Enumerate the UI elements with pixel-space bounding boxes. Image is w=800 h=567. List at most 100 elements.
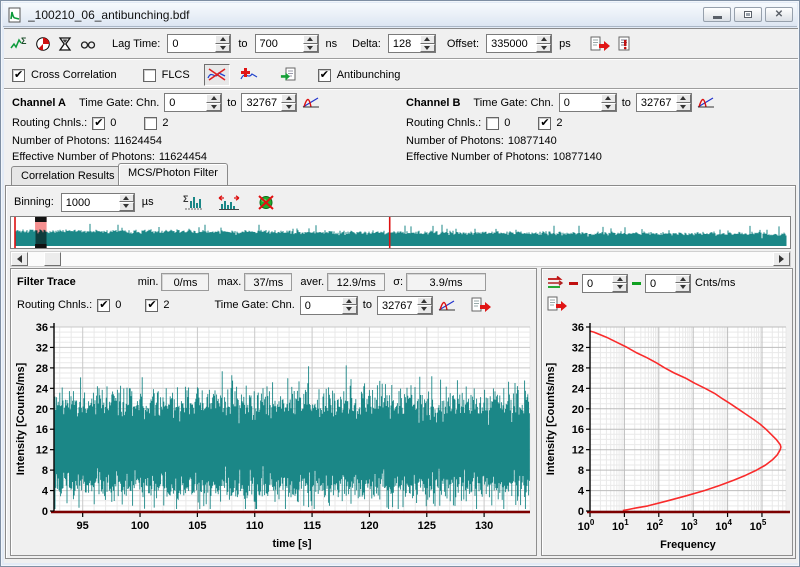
tab-mcs-photon-filter[interactable]: MCS/Photon Filter: [118, 163, 228, 185]
channel-a-time-gate-from-input[interactable]: 0: [164, 93, 222, 112]
channel-a-time-gate-to-value[interactable]: 32767: [242, 94, 281, 111]
filter-trace-header: Filter Trace min. 0/ms max. 37/ms aver. …: [17, 272, 532, 292]
channel-b-time-gate-to-spinner[interactable]: [676, 94, 691, 111]
range-histogram-icon[interactable]: [218, 194, 240, 211]
channel-a-routing-2-checkbox[interactable]: [144, 117, 157, 130]
export-report-icon[interactable]: [617, 36, 633, 52]
filter-time-gate-to-spinner[interactable]: [417, 297, 432, 314]
sum-histogram-icon[interactable]: Σ: [183, 194, 203, 211]
channel-b-time-gate-from-input[interactable]: 0: [559, 93, 617, 112]
filter-routing-2-checkbox[interactable]: [145, 299, 158, 312]
channel-b-time-gate-graph-icon[interactable]: [697, 95, 715, 110]
delta-input[interactable]: 128: [388, 34, 436, 53]
antibunching-checkbox[interactable]: [318, 69, 331, 82]
svg-text:105: 105: [750, 518, 767, 533]
filter-routing-0-label: 0: [115, 299, 121, 311]
filter-time-gate-from-input[interactable]: 0: [300, 296, 358, 315]
filter-time-gate-to-input[interactable]: 32767: [377, 296, 433, 315]
cross-correlation-checkbox[interactable]: [12, 69, 25, 82]
export-data-icon[interactable]: [590, 36, 610, 52]
filter-routing-0-checkbox[interactable]: [97, 299, 110, 312]
flcs-checkbox[interactable]: [143, 69, 156, 82]
offset-input[interactable]: 335000: [486, 34, 552, 53]
lag-time-from-value[interactable]: 0: [168, 35, 215, 52]
pie-clock-icon[interactable]: [35, 36, 51, 52]
delta-value[interactable]: 128: [389, 35, 420, 52]
channel-b-time-gate-to-input[interactable]: 32767: [636, 93, 692, 112]
aver-label: aver.: [300, 276, 324, 288]
svg-text:4: 4: [42, 486, 49, 498]
filter-time-gate-from-spinner[interactable]: [342, 297, 357, 314]
filter-time-gate-from-value[interactable]: 0: [301, 297, 342, 314]
overview-trace[interactable]: [11, 217, 790, 248]
channel-a-time-gate-to-input[interactable]: 32767: [241, 93, 297, 112]
min-field: 0/ms: [161, 273, 209, 291]
svg-text:8: 8: [42, 465, 48, 477]
offset-value[interactable]: 335000: [487, 35, 536, 52]
filter-trace-chart: 0481216202428323695100105110115120125130…: [12, 317, 535, 554]
channel-b-time-gate-to-value[interactable]: 32767: [637, 94, 676, 111]
level-lines-icon[interactable]: [547, 276, 565, 290]
svg-text:Σ: Σ: [21, 36, 27, 46]
binning-spinner[interactable]: [119, 194, 134, 211]
lag-time-to-value[interactable]: 700: [256, 35, 303, 52]
channel-b-routing-2-checkbox[interactable]: [538, 117, 551, 130]
overview-scrollbar[interactable]: [10, 251, 791, 267]
binning-input[interactable]: 1000: [61, 193, 135, 212]
channel-b-to-label: to: [622, 97, 631, 109]
channel-b-time-gate-from-value[interactable]: 0: [560, 94, 601, 111]
svg-text:32: 32: [572, 342, 584, 354]
close-button[interactable]: ✕: [765, 7, 793, 22]
scroll-right-button[interactable]: [773, 252, 790, 266]
title-bar[interactable]: _100210_06_antibunching.bdf ✕: [3, 3, 797, 27]
lag-time-from-spinner[interactable]: [215, 35, 230, 52]
channel-a-section: Channel A Time Gate: Chn. 0 to 32767 Rou…: [12, 92, 402, 164]
fcs-curve-icon: [207, 67, 227, 83]
channel-a-to-label: to: [227, 97, 236, 109]
filter-time-gate-to-value[interactable]: 32767: [378, 297, 417, 314]
lag-time-from-input[interactable]: 0: [167, 34, 231, 53]
channel-a-time-gate-graph-icon[interactable]: [302, 95, 320, 110]
frequency-export-icon[interactable]: [547, 296, 567, 312]
channel-b-effective-label: Effective Number of Photons:: [406, 151, 549, 163]
offset-spinner[interactable]: [536, 35, 551, 52]
correlate-sum-icon[interactable]: Σ: [10, 36, 28, 52]
fcs-add-button[interactable]: [236, 64, 262, 86]
upper-level-input[interactable]: 0: [645, 274, 691, 293]
minimize-button[interactable]: [703, 7, 731, 22]
channel-a-time-gate-to-spinner[interactable]: [281, 94, 296, 111]
document-decay-icon: [7, 7, 23, 23]
svg-text:36: 36: [572, 322, 584, 334]
cross-correlation-label: Cross Correlation: [31, 69, 117, 81]
lag-time-to-input[interactable]: 700: [255, 34, 319, 53]
paste-icon[interactable]: [280, 67, 298, 83]
filter-export-icon[interactable]: [471, 297, 491, 313]
discard-filter-icon[interactable]: [257, 194, 275, 211]
svg-text:103: 103: [681, 518, 698, 533]
fcs-curve-button[interactable]: [204, 64, 230, 86]
upper-level-value[interactable]: 0: [646, 275, 675, 292]
channel-a-routing-0-checkbox[interactable]: [92, 117, 105, 130]
filter-trace-controls: Routing Chnls.: 0 2 Time Gate: Chn. 0 to…: [17, 294, 532, 316]
channel-b-routing-0-label: 0: [504, 117, 510, 129]
maximize-button[interactable]: [734, 7, 762, 22]
channel-a-time-gate-from-value[interactable]: 0: [165, 94, 206, 111]
lower-level-spinner[interactable]: [612, 275, 627, 292]
channel-b-time-gate-from-spinner[interactable]: [601, 94, 616, 111]
channel-b-routing-0-checkbox[interactable]: [486, 117, 499, 130]
upper-level-spinner[interactable]: [675, 275, 690, 292]
binning-value[interactable]: 1000: [62, 194, 119, 211]
scroll-left-button[interactable]: [11, 252, 28, 266]
delta-spinner[interactable]: [420, 35, 435, 52]
filter-time-gate-graph-icon[interactable]: [438, 298, 456, 313]
hourglass-icon[interactable]: [58, 36, 72, 52]
lower-level-input[interactable]: 0: [582, 274, 628, 293]
tab-correlation-results[interactable]: Correlation Results: [11, 166, 125, 185]
svg-text:time [s]: time [s]: [272, 538, 311, 550]
lag-time-to-spinner[interactable]: [303, 35, 318, 52]
lower-level-value[interactable]: 0: [583, 275, 612, 292]
channel-a-time-gate-from-spinner[interactable]: [206, 94, 221, 111]
scrollbar-thumb[interactable]: [44, 252, 61, 266]
preview-glasses-icon[interactable]: [79, 37, 97, 51]
overview-strip[interactable]: [10, 216, 791, 249]
